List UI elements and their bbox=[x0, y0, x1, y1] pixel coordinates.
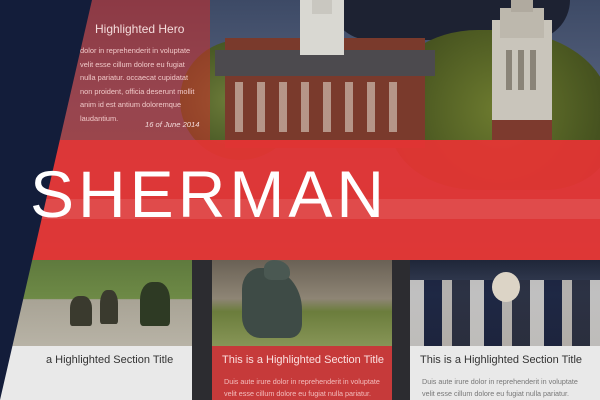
building-windows bbox=[235, 82, 405, 132]
clock-tower-windows bbox=[506, 50, 538, 90]
section-card-body: Duis aute irure dolor in reprehenderit i… bbox=[422, 377, 578, 398]
clock-tower-spire bbox=[511, 0, 533, 12]
section-card-3[interactable]: This is a Highlighted Section Title Duis… bbox=[410, 260, 600, 400]
section-card-image bbox=[410, 260, 600, 346]
person-figure bbox=[100, 290, 118, 324]
section-card-title[interactable]: a Highlighted Section Title bbox=[46, 354, 173, 366]
hero-title[interactable]: Highlighted Hero bbox=[95, 22, 184, 36]
fan-face bbox=[492, 272, 520, 302]
hero-body: dolor in reprehenderit in voluptate veli… bbox=[80, 46, 195, 123]
page-stage: Highlighted Hero dolor in reprehenderit … bbox=[0, 0, 600, 400]
person-figure bbox=[70, 296, 92, 326]
banner-title: SHERMAN bbox=[30, 157, 389, 231]
section-card-body: Duis aute irure dolor in reprehenderit i… bbox=[224, 377, 380, 398]
hero-date: 16 of June 2014 bbox=[145, 120, 200, 129]
left-tower-top bbox=[312, 0, 332, 14]
section-card-title[interactable]: This is a Highlighted Section Title bbox=[420, 354, 582, 366]
person-figure bbox=[140, 282, 170, 326]
section-card-image bbox=[212, 260, 392, 346]
clock-tower-mid bbox=[500, 8, 544, 38]
clock-tower-base bbox=[492, 120, 552, 140]
section-card-2[interactable]: This is a Highlighted Section Title Duis… bbox=[212, 260, 392, 400]
section-card-title[interactable]: This is a Highlighted Section Title bbox=[222, 354, 384, 366]
section-card-1[interactable]: a Highlighted Section Title bbox=[0, 260, 192, 400]
husky-statue-head bbox=[264, 260, 290, 280]
